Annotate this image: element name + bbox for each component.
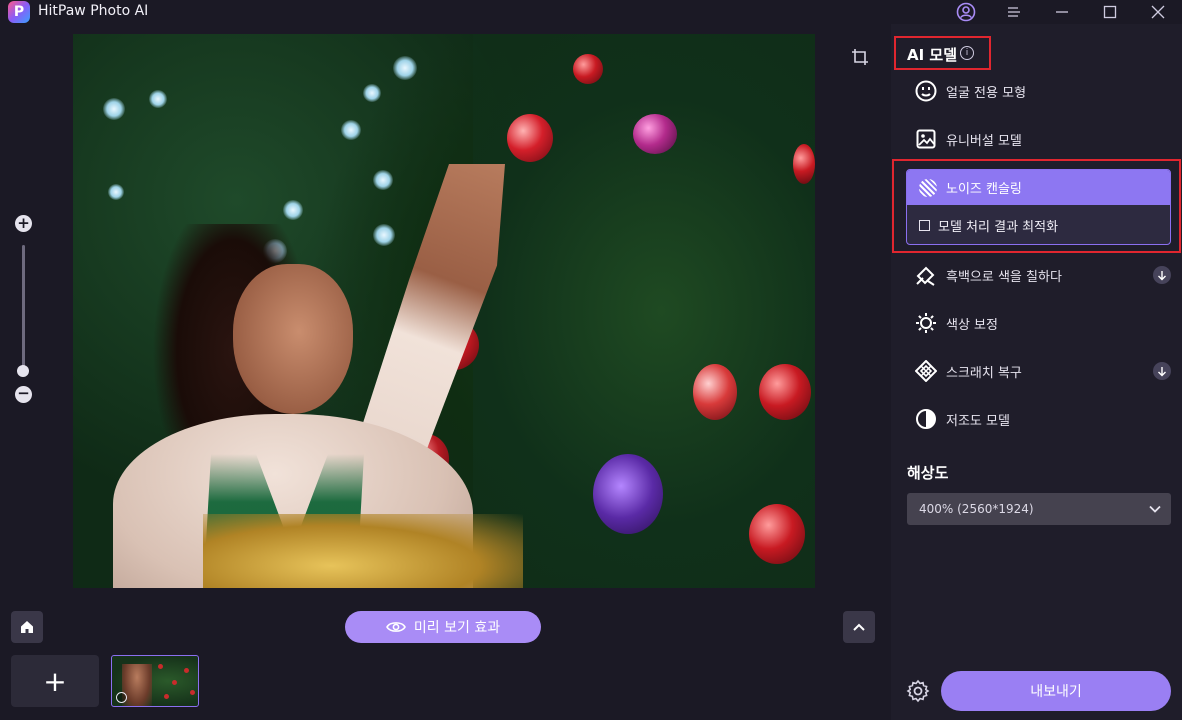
bokeh-light [149,90,167,108]
brightness-icon [915,312,937,334]
crop-button[interactable] [851,48,869,66]
zoom-slider-track[interactable] [22,245,25,371]
contrast-icon [915,408,937,430]
thumbnail-ornament [164,694,169,699]
ornament [693,364,737,420]
chevron-up-icon [853,623,865,631]
close-icon [1151,5,1165,19]
image-thumbnail[interactable] [111,655,199,707]
model-face-label: 얼굴 전용 모형 [946,85,1027,101]
menu-button[interactable] [996,0,1032,24]
model-color-correction[interactable]: 색상 보정 [907,305,1171,341]
face-icon [915,80,937,102]
ornament [507,114,553,162]
bokeh-light [373,170,393,190]
export-button[interactable]: 내보내기 [941,671,1171,711]
image-icon [915,128,937,150]
bokeh-light [341,120,361,140]
model-universal[interactable]: 유니버설 모델 [907,121,1171,157]
thumbnail-ornament [172,680,177,685]
bokeh-light [373,224,395,246]
colorize-icon [915,264,937,286]
woman-face [233,264,353,414]
app-window: P HitPaw Photo AI + − 미리 보기 효과 + AI 모델 i… [0,0,1182,720]
bokeh-light [363,84,381,102]
zoom-in-button[interactable]: + [15,215,32,232]
resolution-select[interactable]: 400% (2560*1924) [907,493,1171,525]
model-universal-label: 유니버설 모델 [946,133,1022,149]
thumbnail-ornament [158,664,163,669]
ornament [633,114,677,154]
download-icon[interactable] [1153,362,1171,380]
info-icon[interactable]: i [960,46,974,60]
model-low-light[interactable]: 저조도 모델 [907,401,1171,437]
checkbox-box[interactable] [919,220,930,231]
model-scratch-repair-label: 스크래치 복구 [946,365,1022,381]
download-icon[interactable] [1153,266,1171,284]
chevron-down-icon [1149,502,1161,516]
close-button[interactable] [1140,0,1176,24]
bokeh-light [103,98,125,120]
account-button[interactable] [948,0,984,24]
add-image-button[interactable]: + [11,655,99,707]
bokeh-light [108,184,124,200]
gear-icon [906,679,930,703]
minimize-icon [1056,11,1068,13]
crop-icon [852,49,868,65]
model-colorize-label: 흑백으로 색을 칠하다 [946,269,1062,285]
settings-button[interactable] [906,679,930,703]
ornament [593,454,663,534]
gold-tinsel [203,514,523,588]
minimize-button[interactable] [1044,0,1080,24]
model-denoise[interactable]: 노이즈 캔슬링 [907,170,1170,205]
scratch-repair-icon [915,360,937,382]
ornament [793,144,815,184]
denoise-icon [919,178,937,197]
optimize-result-checkbox[interactable]: 모델 처리 결과 최적화 [919,216,1058,235]
thumbnail-ornament [190,690,195,695]
bokeh-light [393,56,417,80]
menu-icon [1008,7,1020,17]
ornament [759,364,811,420]
preview-image [73,34,815,588]
model-low-light-label: 저조도 모델 [946,413,1010,429]
optimize-result-label: 모델 처리 결과 최적화 [938,220,1059,235]
resolution-value: 400% (2560*1924) [919,502,1034,516]
title-bar: P HitPaw Photo AI [0,0,1182,24]
zoom-out-button[interactable]: − [15,386,32,403]
model-color-correction-label: 색상 보정 [946,317,998,333]
bokeh-light [283,200,303,220]
preview-effect-label: 미리 보기 효과 [413,620,501,636]
preview-effect-button[interactable]: 미리 보기 효과 [345,611,541,643]
model-scratch-repair[interactable]: 스크래치 복구 [907,353,1171,389]
model-face[interactable]: 얼굴 전용 모형 [907,73,1171,109]
ornament [573,54,603,84]
account-icon [956,2,976,22]
collapse-thumbnails-button[interactable] [843,611,875,643]
ai-model-title: AI 모델 [907,46,958,64]
zoom-slider-handle[interactable] [17,365,29,377]
thumbnail-ornament [184,668,189,673]
ornament [749,504,805,564]
thumbnail-figure [122,664,152,706]
app-logo: P [8,1,30,23]
maximize-button[interactable] [1092,0,1128,24]
home-icon [21,621,33,633]
model-colorize[interactable]: 흑백으로 색을 칠하다 [907,257,1171,293]
thumbnail-status-icon [116,692,127,703]
model-denoise-label: 노이즈 캔슬링 [946,182,1022,197]
home-button[interactable] [11,611,43,643]
app-title: HitPaw Photo AI [38,3,149,19]
eye-icon [385,622,406,632]
maximize-icon [1103,5,1117,19]
resolution-title: 해상도 [907,464,949,482]
